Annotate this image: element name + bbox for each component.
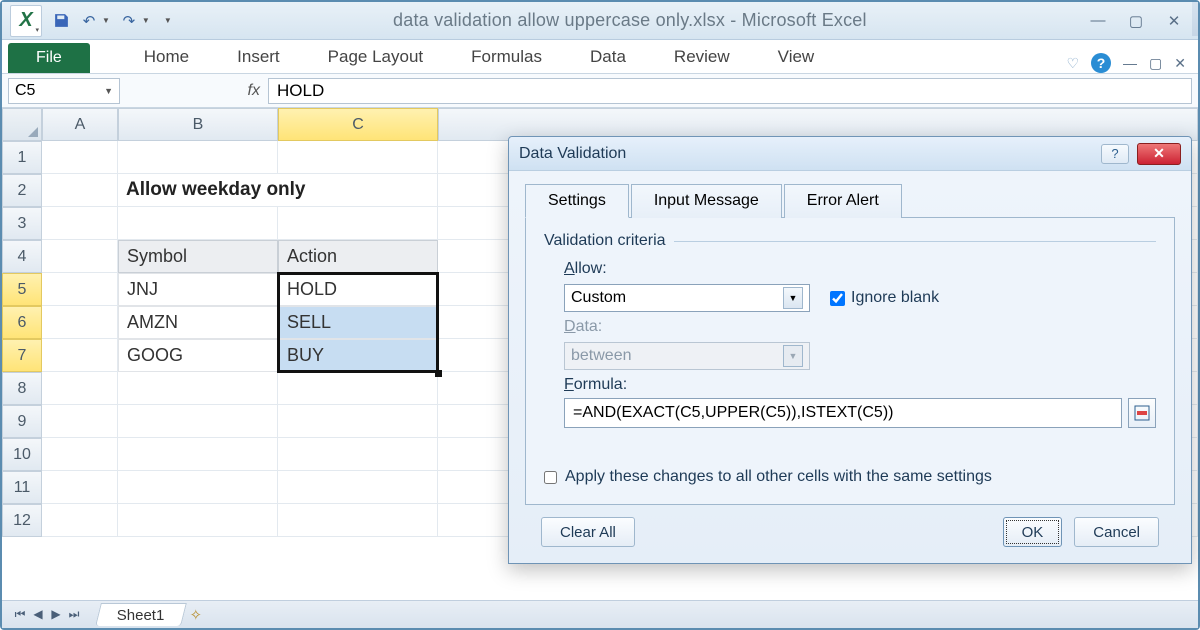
col-header-c[interactable]: C [278, 108, 438, 141]
dialog-title-bar[interactable]: Data Validation ? ✕ [509, 137, 1191, 171]
tab-nav-first-icon[interactable]: ⏮ [12, 607, 28, 622]
row-header-12[interactable]: 12 [2, 504, 42, 537]
new-sheet-icon[interactable]: ✧ [190, 606, 203, 624]
sheet-title-cell[interactable]: Allow weekday only [118, 174, 438, 207]
row-header-2[interactable]: 2 [2, 174, 42, 207]
window-title: data validation allow uppercase only.xls… [172, 10, 1088, 31]
redo-icon[interactable]: ↷ [120, 12, 138, 30]
help-icon[interactable]: ? [1091, 53, 1111, 73]
ribbon: File Home Insert Page Layout Formulas Da… [2, 40, 1198, 74]
allow-value: Custom [571, 289, 626, 307]
row-header-3[interactable]: 3 [2, 207, 42, 240]
col-header-a[interactable]: A [42, 108, 118, 141]
data-dropdown-icon: ▼ [783, 345, 803, 367]
formula-label: Formula: [564, 376, 1156, 394]
row-header-4[interactable]: 4 [2, 240, 42, 273]
data-value: between [571, 347, 632, 365]
ignore-blank-input[interactable] [830, 291, 845, 306]
excel-app-icon[interactable]: X▾ [10, 5, 42, 37]
save-icon[interactable] [52, 12, 70, 30]
minimize-icon[interactable]: ― [1088, 13, 1108, 29]
cancel-button[interactable]: Cancel [1074, 517, 1159, 547]
redo-dropdown-icon[interactable]: ▼ [142, 16, 150, 25]
dialog-tab-error-alert[interactable]: Error Alert [784, 184, 902, 218]
row-header-11[interactable]: 11 [2, 471, 42, 504]
col-header-b[interactable]: B [118, 108, 278, 141]
allow-dropdown-icon[interactable]: ▼ [783, 287, 803, 309]
select-all-corner[interactable] [2, 108, 42, 141]
sheet-tab-bar: ⏮ ◀ ▶ ⏭ Sheet1 ✧ [2, 600, 1198, 628]
cell-b7[interactable]: GOOG [118, 339, 278, 372]
validation-criteria-label: Validation criteria [544, 232, 674, 250]
row-header-10[interactable]: 10 [2, 438, 42, 471]
formula-field[interactable] [564, 398, 1122, 428]
qat-customize-icon[interactable]: ▼ [164, 16, 172, 25]
ribbon-close-icon[interactable]: ✕ [1174, 55, 1186, 72]
tab-nav-next-icon[interactable]: ▶ [48, 607, 64, 622]
data-combo: between ▼ [564, 342, 810, 370]
data-label: Data: [564, 318, 1156, 336]
fill-handle[interactable] [435, 370, 442, 377]
sheet-tab-label: Sheet1 [117, 607, 165, 624]
close-icon[interactable]: ✕ [1164, 13, 1184, 29]
row-header-1[interactable]: 1 [2, 141, 42, 174]
row-header-8[interactable]: 8 [2, 372, 42, 405]
tab-nav-last-icon[interactable]: ⏭ [66, 607, 82, 622]
formula-input[interactable]: HOLD [268, 78, 1192, 104]
maximize-icon[interactable]: ▢ [1126, 13, 1146, 29]
apply-changes-label: Apply these changes to all other cells w… [565, 468, 992, 486]
data-validation-dialog: Data Validation ? ✕ Settings Input Messa… [508, 136, 1192, 564]
tab-formulas[interactable]: Formulas [447, 41, 566, 73]
tab-view[interactable]: View [754, 41, 839, 73]
cell-c6[interactable]: SELL [278, 306, 438, 339]
dialog-help-button[interactable]: ? [1101, 144, 1129, 164]
fx-icon[interactable]: fx [248, 82, 260, 100]
formula-value: HOLD [277, 81, 324, 101]
allow-combo[interactable]: Custom ▼ [564, 284, 810, 312]
ignore-blank-checkbox[interactable]: Ignore blank [830, 289, 939, 307]
name-box-dropdown-icon[interactable]: ▼ [104, 86, 113, 96]
table-header-symbol[interactable]: Symbol [118, 240, 278, 273]
ok-button[interactable]: OK [1003, 517, 1063, 547]
tab-insert[interactable]: Insert [213, 41, 304, 73]
dialog-tab-input-message[interactable]: Input Message [631, 184, 782, 218]
name-box-value: C5 [15, 82, 35, 100]
collapse-dialog-button[interactable] [1128, 398, 1156, 428]
row-header-9[interactable]: 9 [2, 405, 42, 438]
allow-label: Allow: [564, 260, 1156, 278]
cell-c7[interactable]: BUY [278, 339, 438, 372]
dialog-title: Data Validation [519, 145, 626, 163]
ribbon-heart-icon[interactable]: ♡ [1066, 55, 1079, 72]
dialog-tab-settings[interactable]: Settings [525, 184, 629, 218]
tab-nav-prev-icon[interactable]: ◀ [30, 607, 46, 622]
clear-all-button[interactable]: Clear All [541, 517, 635, 547]
row-header-6[interactable]: 6 [2, 306, 42, 339]
tab-page-layout[interactable]: Page Layout [304, 41, 447, 73]
dialog-close-button[interactable]: ✕ [1137, 143, 1181, 165]
ribbon-restore-icon[interactable]: ▢ [1149, 55, 1162, 72]
tab-data[interactable]: Data [566, 41, 650, 73]
cell-c5[interactable]: HOLD [278, 273, 438, 306]
undo-dropdown-icon[interactable]: ▼ [102, 16, 110, 25]
ribbon-minimize-icon[interactable]: ― [1123, 55, 1137, 71]
quick-access-toolbar: ↶ ▼ ↷ ▼ ▼ [52, 12, 172, 30]
row-header-5[interactable]: 5 [2, 273, 42, 306]
apply-changes-checkbox[interactable] [544, 471, 557, 484]
tab-home[interactable]: Home [120, 41, 213, 73]
name-box[interactable]: C5 ▼ [8, 78, 120, 104]
undo-icon[interactable]: ↶ [80, 12, 98, 30]
cell-b6[interactable]: AMZN [118, 306, 278, 339]
cell-b5[interactable]: JNJ [118, 273, 278, 306]
row-header-7[interactable]: 7 [2, 339, 42, 372]
tab-review[interactable]: Review [650, 41, 754, 73]
file-tab[interactable]: File [8, 43, 90, 73]
formula-bar: C5 ▼ fx HOLD [2, 74, 1198, 108]
sheet-tab-sheet1[interactable]: Sheet1 [95, 603, 186, 626]
title-bar: X▾ ↶ ▼ ↷ ▼ ▼ data validation allow upperca… [2, 2, 1198, 40]
table-header-action[interactable]: Action [278, 240, 438, 273]
